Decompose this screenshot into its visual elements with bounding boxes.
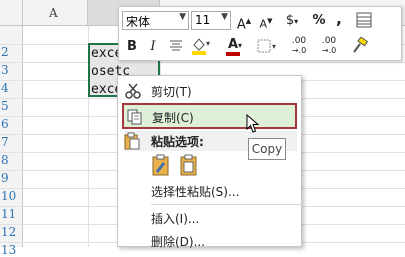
format-painter-button[interactable] <box>350 36 370 61</box>
font-size-value: 11 <box>195 13 211 27</box>
svg-text:▾: ▾ <box>206 39 210 48</box>
shrink-font-button[interactable]: A▼ <box>258 12 274 34</box>
menu-item-label: 删除(D)... <box>151 235 206 249</box>
borders-button[interactable]: ▾ <box>257 38 279 60</box>
font-name-value: 宋体 <box>126 15 151 29</box>
bold-button[interactable]: B <box>125 38 139 56</box>
decrease-decimal-icon: .00 <box>321 36 337 46</box>
paste-option-button[interactable] <box>151 154 171 176</box>
increase-decimal-button[interactable]: .00 →.0 <box>287 36 311 56</box>
percent-icon: % <box>312 13 326 28</box>
shrink-font-icon: A <box>259 17 268 31</box>
row-number[interactable]: 9 <box>0 171 19 185</box>
row-number[interactable]: 11 <box>0 207 19 221</box>
select-all-corner[interactable] <box>0 0 23 26</box>
row-number[interactable]: 8 <box>0 153 19 167</box>
decrease-decimal-button[interactable]: .00 →.0 <box>317 36 341 56</box>
font-color-icon: A <box>227 37 239 52</box>
menu-separator <box>151 204 301 205</box>
row-number[interactable]: 12 <box>0 225 19 239</box>
bold-icon: B <box>127 39 137 54</box>
menu-item-paste-special[interactable]: 选择性粘贴(S)... <box>118 180 301 202</box>
row-number[interactable]: 6 <box>0 117 19 131</box>
menu-item-cut[interactable]: 剪切(T) <box>118 80 301 102</box>
font-color-swatch <box>226 52 240 56</box>
format-table-button[interactable] <box>356 12 372 34</box>
fill-color-button[interactable]: ▾ <box>189 36 213 62</box>
copy-icon <box>127 109 142 125</box>
menu-item-label: 剪切(T) <box>151 85 192 99</box>
scissors-icon <box>125 83 141 99</box>
increase-decimal-icon: .00 <box>291 36 307 46</box>
percent-button[interactable]: % <box>311 12 327 30</box>
currency-icon: $ <box>285 13 295 28</box>
fill-bucket-icon: ▾ <box>192 38 210 55</box>
currency-button[interactable]: $▾ <box>281 12 303 31</box>
comma-style-icon: , <box>336 10 342 28</box>
row-number[interactable]: 13 <box>0 243 19 257</box>
chevron-down-icon: ▼ <box>221 12 228 22</box>
svg-text:▾: ▾ <box>272 42 276 51</box>
comma-button[interactable]: , <box>333 10 345 28</box>
paste-values-icon <box>180 154 197 176</box>
menu-item-delete[interactable]: 删除(D)... <box>118 230 301 252</box>
row-number[interactable]: 5 <box>0 99 19 113</box>
menu-item-copy[interactable]: 复制(C) <box>122 103 297 129</box>
column-header-a[interactable]: A <box>23 0 88 26</box>
row-number[interactable]: 4 <box>0 81 19 95</box>
context-menu: 剪切(T) 复制(C) 粘贴选项: 选择性粘贴(S)... 插入(I)... 删… <box>117 75 302 249</box>
mini-toolbar: 宋体 ▼ 11 ▼ A▲ A▼ $▾ % , B I ▾ A▾ ▾ .00 →.0 <box>118 6 402 61</box>
menu-item-label: 复制(C) <box>152 111 194 125</box>
italic-button[interactable]: I <box>146 38 160 56</box>
row-number[interactable]: 3 <box>0 63 19 77</box>
row-number[interactable]: 10 <box>0 189 19 203</box>
row-number[interactable]: 7 <box>0 135 19 149</box>
align-center-button[interactable] <box>168 39 184 59</box>
paste-values-button[interactable] <box>179 154 199 176</box>
align-center-icon <box>170 40 182 51</box>
chevron-down-icon: ▼ <box>179 12 186 22</box>
font-size-select[interactable]: 11 ▼ <box>191 11 231 30</box>
mouse-cursor-icon <box>246 114 260 133</box>
table-format-icon <box>356 12 372 28</box>
menu-item-insert[interactable]: 插入(I)... <box>118 207 301 229</box>
menu-item-label: 插入(I)... <box>151 212 200 226</box>
format-painter-icon <box>353 36 369 53</box>
borders-icon: ▾ <box>257 39 276 53</box>
grow-font-icon: A <box>236 17 246 33</box>
paste-options-label: 粘贴选项: <box>151 135 204 149</box>
grid-line <box>0 62 405 63</box>
row-number[interactable]: 2 <box>0 45 19 59</box>
copy-tooltip: Copy <box>248 138 286 160</box>
font-color-button[interactable]: A▾ <box>223 36 247 56</box>
italic-icon: I <box>150 39 156 54</box>
clipboard-icon <box>124 132 140 150</box>
column-label-a: A <box>49 6 58 20</box>
font-name-select[interactable]: 宋体 ▼ <box>122 11 189 30</box>
paste-icon <box>152 154 169 176</box>
grow-font-button[interactable]: A▲ <box>236 12 252 34</box>
menu-item-label: 选择性粘贴(S)... <box>151 185 240 199</box>
